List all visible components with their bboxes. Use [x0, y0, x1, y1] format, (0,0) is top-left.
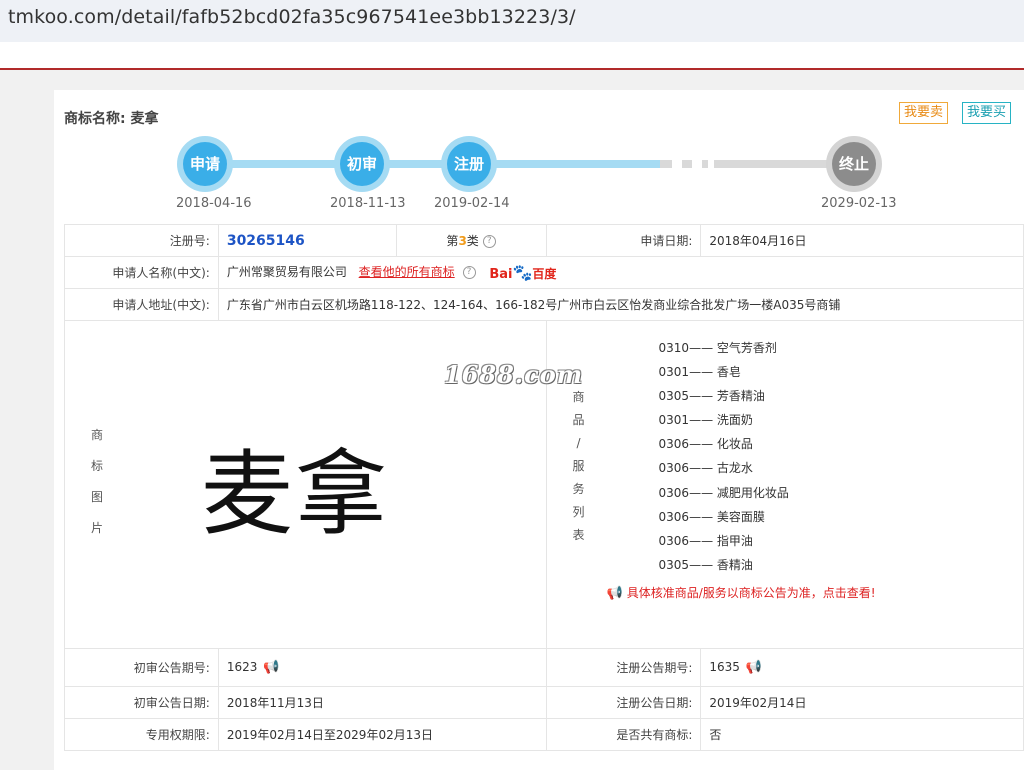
- megaphone-icon: 📢: [606, 585, 623, 601]
- trademark-image: 麦拿: [201, 440, 390, 548]
- class-cell: 第3类?: [395, 224, 547, 257]
- reg-pub-no-value: 1635: [709, 660, 740, 674]
- address-value: 广东省广州市白云区机场路118-122、124-164、166-182号广州市白…: [217, 288, 1024, 321]
- trademark-title-value: 麦拿: [130, 111, 159, 127]
- list-item: 0306—— 指甲油: [658, 534, 753, 548]
- list-item: 0306—— 古龙水: [658, 461, 753, 476]
- list-item: 0301—— 洗面奶: [658, 413, 753, 428]
- shared-label: 是否共有商标:: [545, 718, 702, 751]
- help-icon[interactable]: ?: [482, 235, 496, 248]
- list-item: 0301—— 香皂: [658, 364, 741, 379]
- megaphone-icon[interactable]: 📢: [746, 660, 762, 675]
- prelim-no-value: 1623: [226, 660, 258, 674]
- timeline-remaining: [660, 160, 854, 168]
- applicant-trademarks-link[interactable]: 查看他的所有商标: [359, 265, 455, 279]
- shared-value: 否: [700, 718, 1024, 751]
- exclusive-label: 专用权期限:: [64, 718, 219, 751]
- exclusive-value: 2019年02月14日至2029年02月13日: [217, 718, 547, 751]
- reg-pub-date-value: 2019年02月14日: [700, 686, 1024, 719]
- trademark-title: 商标名称: 麦拿: [64, 108, 158, 128]
- prelim-date-value: 2018年11月13日: [217, 686, 547, 719]
- list-item: 0306—— 化妆品: [658, 437, 753, 452]
- reg-pub-no-label: 注册公告期号:: [545, 648, 702, 687]
- class-number: 3: [458, 234, 467, 248]
- timeline-date-terminate: 2029-02-13: [821, 196, 897, 211]
- address-label: 申请人地址(中文):: [64, 288, 219, 321]
- reg-no-value: 30265146: [226, 232, 305, 249]
- apply-date-label: 申请日期:: [545, 224, 702, 257]
- list-item: 0305—— 香精油: [658, 558, 753, 573]
- list-item: 0305—— 芳香精油: [658, 388, 765, 403]
- trademark-title-label: 商标名称:: [64, 111, 126, 127]
- goods-label: 商 品 / 服 务 列 表: [572, 389, 585, 542]
- timeline-date-register: 2019-02-14: [434, 196, 510, 211]
- address-bar[interactable]: tmkoo.com/detail/fafb52bcd02fa35c967541e…: [0, 0, 1024, 42]
- row-prelim-no: 初审公告期号: 1623 📢 注册公告期号: 1635 📢: [64, 648, 1024, 687]
- row-applicant: 申请人名称(中文): 广州常聚贸易有限公司 查看他的所有商标 ? Bai🐾百度: [64, 256, 1024, 289]
- timeline-node-register: 注册: [441, 136, 497, 192]
- apply-date-value: 2018年04月16日: [700, 224, 1024, 257]
- timeline-node-prelim: 初审: [334, 136, 390, 192]
- timeline-date-prelim: 2018-11-13: [330, 196, 406, 211]
- timeline-node-terminate: 终止: [826, 136, 882, 192]
- sell-button[interactable]: 我要卖: [899, 102, 949, 124]
- baidu-search-logo[interactable]: Bai🐾百度: [489, 263, 556, 282]
- megaphone-icon[interactable]: 📢: [263, 660, 279, 675]
- goods-list: 0310—— 空气芳香剂 0301—— 香皂 0305—— 芳香精油 0301—…: [659, 336, 789, 578]
- buy-button[interactable]: 我要买: [962, 102, 1012, 124]
- row-address: 申请人地址(中文): 广东省广州市白云区机场路118-122、124-164、1…: [64, 288, 1024, 321]
- timeline-progress: [205, 160, 660, 168]
- applicant-value: 广州常聚贸易有限公司: [226, 265, 347, 279]
- list-item: 0306—— 减肥用化妆品: [658, 485, 789, 500]
- image-label: 商 标 图 片: [90, 427, 103, 535]
- list-item: 0310—— 空气芳香剂: [658, 340, 777, 355]
- trademark-detail-table: 注册号: 30265146 第3类? 申请日期: 2018年04月16日 申请人…: [64, 224, 1024, 751]
- goods-notice-link[interactable]: 📢 具体核准商品/服务以商标公告为准，点击查看!: [607, 584, 876, 601]
- applicant-label: 申请人名称(中文):: [64, 256, 219, 289]
- row-exclusive: 专用权期限: 2019年02月14日至2029年02月13日 是否共有商标: 否: [64, 718, 1024, 751]
- help-icon[interactable]: ?: [462, 266, 476, 279]
- url-text[interactable]: tmkoo.com/detail/fafb52bcd02fa35c967541e…: [8, 6, 576, 28]
- row-prelim-date: 初审公告日期: 2018年11月13日 注册公告日期: 2019年02月14日: [64, 686, 1024, 719]
- watermark: 1688.com: [444, 360, 584, 389]
- reg-no-label: 注册号:: [64, 224, 219, 257]
- timeline-date-apply: 2018-04-16: [176, 196, 252, 211]
- top-band: [0, 42, 1024, 70]
- row-reg-no: 注册号: 30265146 第3类? 申请日期: 2018年04月16日: [64, 224, 1024, 257]
- list-item: 0306—— 美容面膜: [658, 509, 765, 524]
- timeline-node-apply: 申请: [177, 136, 233, 192]
- prelim-date-label: 初审公告日期:: [64, 686, 219, 719]
- prelim-no-label: 初审公告期号:: [64, 648, 219, 687]
- reg-pub-date-label: 注册公告日期:: [545, 686, 702, 719]
- red-divider: [0, 68, 1024, 70]
- baidu-paw-icon: 🐾: [512, 263, 533, 282]
